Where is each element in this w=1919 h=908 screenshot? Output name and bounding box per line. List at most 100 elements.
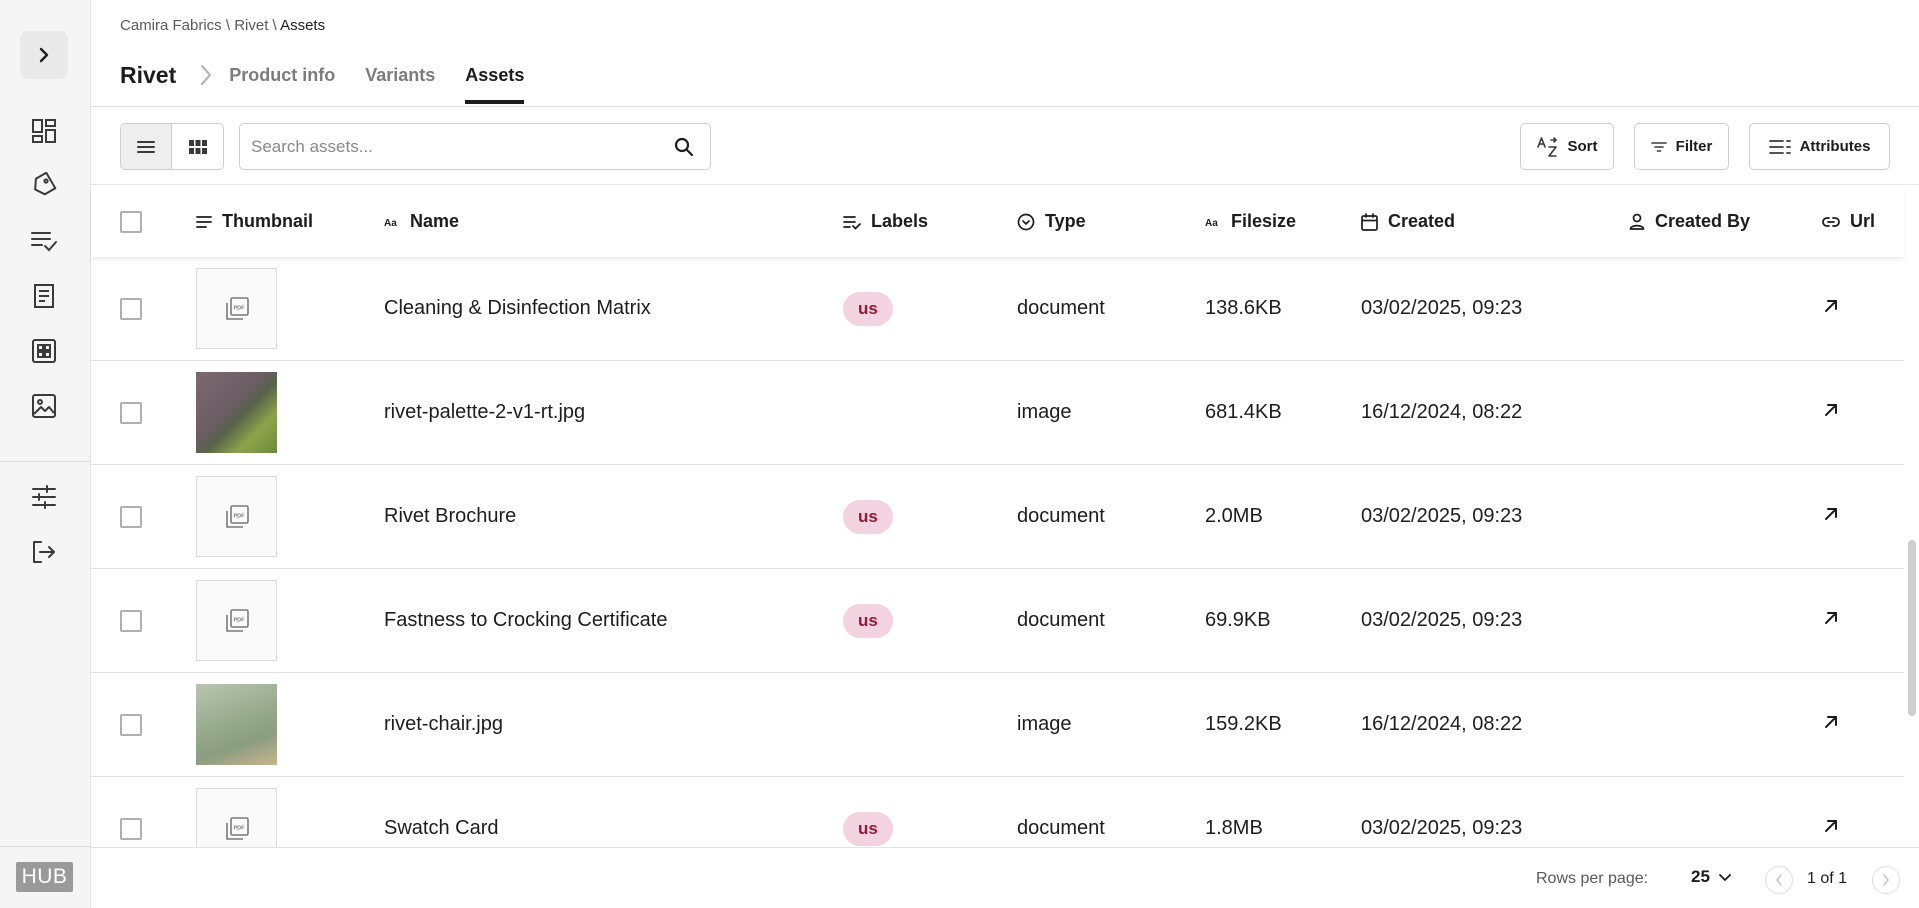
open-url-button[interactable] [1822, 817, 1840, 841]
attributes-button[interactable]: Attributes [1749, 123, 1890, 170]
label-badge: us [843, 811, 893, 846]
grid-view-button[interactable] [172, 124, 223, 169]
rows-per-page-select[interactable]: 25 [1691, 867, 1732, 887]
row-checkbox[interactable] [120, 817, 142, 840]
asset-filesize: 681.4KB [1205, 401, 1282, 423]
table-row[interactable]: rivet-palette-2-v1-rt.jpg image 681.4KB … [91, 361, 1904, 465]
svg-text:PDF: PDF [233, 825, 245, 831]
asset-type: document [1017, 817, 1105, 839]
asset-type: image [1017, 713, 1072, 735]
search-input[interactable] [240, 124, 658, 169]
chevron-right-icon [39, 47, 49, 63]
text-type-icon: Aa [1205, 218, 1218, 228]
scrollbar-thumb[interactable] [1908, 540, 1916, 716]
asset-filesize: 1.8MB [1205, 817, 1263, 839]
row-checkbox[interactable] [120, 713, 142, 736]
tab-variants[interactable]: Variants [365, 60, 435, 90]
asset-type: document [1017, 505, 1105, 527]
pdf-file-icon: PDF [225, 296, 249, 320]
table-row[interactable]: PDF Rivet Brochure us document 2.0MB 03/… [91, 465, 1904, 569]
pdf-thumbnail[interactable]: PDF [196, 580, 277, 661]
row-checkbox[interactable] [120, 401, 142, 424]
breadcrumb-product[interactable]: Rivet [234, 17, 268, 34]
sidebar-item-settings[interactable] [28, 481, 60, 513]
sort-button[interactable]: Sort [1520, 123, 1614, 170]
breadcrumb-org[interactable]: Camira Fabrics [120, 17, 222, 34]
sidebar-item-assets[interactable] [28, 390, 60, 422]
column-header-labels[interactable]: Labels [843, 186, 928, 257]
pagination-footer: Rows per page: 25 1 of 1 [91, 847, 1919, 908]
asset-created: 16/12/2024, 08:22 [1361, 713, 1523, 735]
rows-per-page-label: Rows per page: [1536, 870, 1649, 887]
asset-name[interactable]: Swatch Card [384, 777, 499, 847]
table-row[interactable]: PDF Cleaning & Disinfection Matrix us do… [91, 257, 1904, 361]
labels-list-icon [843, 215, 861, 230]
list-view-button[interactable] [121, 124, 173, 169]
column-header-url[interactable]: Url [1822, 186, 1875, 257]
column-header-thumbnail[interactable]: Thumbnail [196, 186, 313, 257]
asset-name[interactable]: rivet-chair.jpg [384, 673, 503, 776]
sidebar-item-logout[interactable] [28, 536, 60, 568]
image-thumbnail[interactable] [196, 684, 277, 765]
pdf-file-icon: PDF [225, 504, 249, 528]
arrow-up-right-icon [1825, 403, 1837, 416]
table-row[interactable]: rivet-chair.jpg image 159.2KB 16/12/2024… [91, 673, 1904, 777]
view-toggle [120, 123, 224, 170]
sidebar-expand-button[interactable] [20, 31, 68, 79]
filter-icon [1650, 141, 1667, 152]
row-checkbox[interactable] [120, 609, 142, 632]
pdf-thumbnail[interactable]: PDF [196, 268, 277, 349]
open-url-button[interactable] [1822, 297, 1840, 321]
open-url-button[interactable] [1822, 713, 1840, 737]
grid-view-icon [188, 139, 207, 154]
asset-created: 03/02/2025, 09:23 [1361, 609, 1523, 631]
column-label: Created [1388, 211, 1456, 231]
table-row[interactable]: PDF Fastness to Crocking Certificate us … [91, 569, 1904, 673]
arrow-up-right-icon [1825, 715, 1837, 728]
column-header-type[interactable]: Type [1017, 186, 1086, 257]
toolbar: Sort Filter Attributes [91, 107, 1919, 185]
asset-name[interactable]: rivet-palette-2-v1-rt.jpg [384, 361, 585, 464]
svg-text:PDF: PDF [233, 617, 245, 623]
column-label: Filesize [1231, 211, 1297, 231]
sidebar-item-products[interactable] [28, 335, 60, 367]
open-url-button[interactable] [1822, 609, 1840, 633]
open-url-button[interactable] [1822, 401, 1840, 425]
previous-page-button[interactable] [1765, 866, 1793, 894]
chevron-right-icon [1883, 874, 1889, 886]
label-badge: us [843, 291, 893, 326]
asset-filesize: 138.6KB [1205, 297, 1282, 319]
image-icon [32, 394, 56, 418]
sidebar-item-labels[interactable] [28, 170, 60, 202]
table-row[interactable]: PDF Swatch Card us document 1.8MB 03/02/… [91, 777, 1904, 847]
table-scrollbar[interactable] [1904, 186, 1919, 847]
open-url-button[interactable] [1822, 505, 1840, 529]
search-button[interactable] [658, 137, 710, 157]
column-header-created-by[interactable]: Created By [1629, 186, 1750, 257]
sidebar-item-tasks[interactable] [28, 225, 60, 257]
column-header-created[interactable]: Created [1361, 186, 1455, 257]
row-checkbox[interactable] [120, 297, 142, 320]
next-page-button[interactable] [1872, 866, 1900, 894]
asset-name[interactable]: Cleaning & Disinfection Matrix [384, 257, 651, 360]
select-all-checkbox[interactable] [120, 210, 142, 233]
image-thumbnail[interactable] [196, 372, 277, 453]
filter-button[interactable]: Filter [1634, 123, 1729, 170]
page-indicator: 1 of 1 [1807, 870, 1848, 887]
row-checkbox[interactable] [120, 505, 142, 528]
tab-product-info[interactable]: Product info [229, 60, 335, 90]
column-header-filesize[interactable]: Aa Filesize [1205, 186, 1296, 257]
attributes-icon [1768, 139, 1791, 154]
sidebar-item-catalog[interactable] [28, 280, 60, 312]
column-label: Type [1045, 211, 1086, 231]
asset-type: image [1017, 401, 1072, 423]
pdf-thumbnail[interactable]: PDF [196, 788, 277, 847]
column-header-name[interactable]: Aa Name [384, 186, 459, 257]
tab-assets[interactable]: Assets [465, 60, 525, 104]
sidebar-item-dashboard[interactable] [28, 115, 60, 147]
asset-name[interactable]: Rivet Brochure [384, 465, 516, 568]
grid-icon [32, 339, 56, 363]
pdf-thumbnail[interactable]: PDF [196, 476, 277, 557]
svg-text:PDF: PDF [233, 513, 245, 519]
asset-name[interactable]: Fastness to Crocking Certificate [384, 569, 667, 672]
